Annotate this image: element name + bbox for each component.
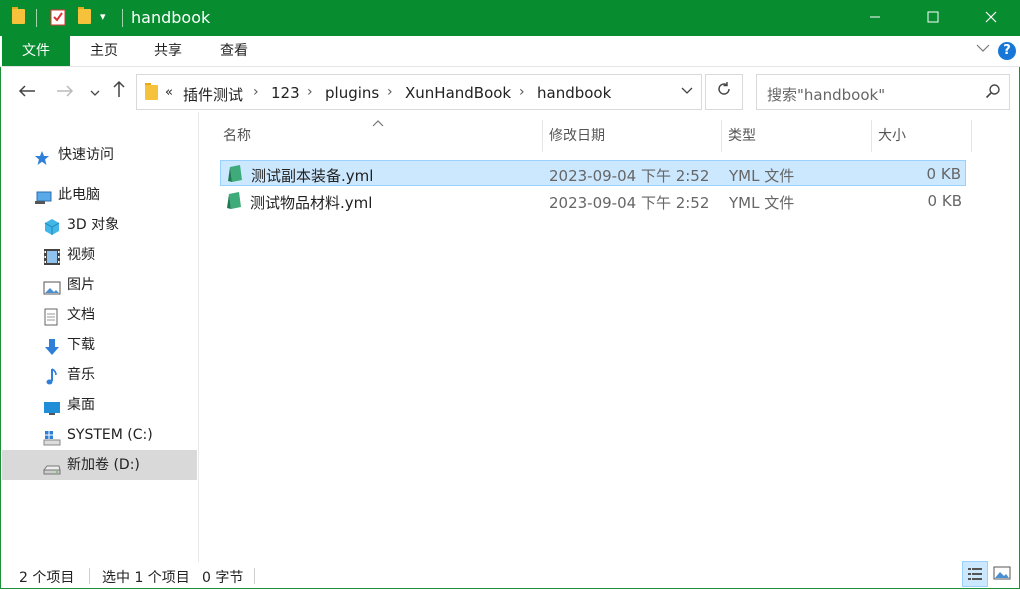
file-date: 2023-09-04 下午 2:52 — [549, 194, 710, 212]
address-bar[interactable]: « 插件测试 › 123 › plugins › XunHandBook › h… — [136, 74, 702, 110]
column-header-size[interactable]: 大小 — [878, 120, 968, 152]
maximize-button[interactable] — [904, 0, 962, 36]
minimize-button[interactable] — [846, 0, 904, 36]
nav-label: 视频 — [67, 247, 95, 263]
address-dropdown-icon[interactable] — [681, 84, 693, 99]
forward-button[interactable] — [52, 80, 78, 106]
download-arrow-icon — [43, 337, 61, 355]
status-selected: 选中 1 个项目 — [102, 570, 190, 586]
close-button[interactable] — [962, 0, 1020, 36]
column-header-type[interactable]: 类型 — [728, 120, 868, 152]
nav-label: 音乐 — [67, 367, 95, 383]
search-box[interactable]: 搜索"handbook" — [756, 74, 1010, 110]
column-separator[interactable] — [542, 120, 543, 152]
search-input[interactable]: 搜索"handbook" — [767, 84, 885, 105]
breadcrumb-item[interactable]: 123 — [271, 84, 300, 102]
details-view-button[interactable] — [962, 561, 988, 587]
desktop-icon — [43, 397, 61, 415]
system-drive-icon — [43, 427, 61, 446]
nav-label: 新加卷 (D:) — [67, 457, 140, 473]
nav-label: 快速访问 — [58, 147, 114, 163]
folder-icon — [145, 83, 158, 100]
file-type: YML 文件 — [729, 167, 795, 185]
column-header-date[interactable]: 修改日期 — [549, 120, 719, 152]
breadcrumb-separator-icon[interactable]: › — [253, 84, 259, 100]
file-size: 0 KB — [926, 165, 961, 183]
nav-label: 此电脑 — [58, 187, 100, 203]
breadcrumb-separator-icon[interactable]: › — [519, 84, 525, 100]
tab-home[interactable]: 主页 — [80, 36, 128, 66]
divider — [36, 9, 37, 27]
status-item-count: 2 个项目 — [19, 570, 75, 586]
expand-ribbon-icon[interactable] — [976, 42, 990, 57]
file-size: 0 KB — [927, 192, 962, 210]
music-note-icon — [43, 367, 61, 385]
back-button[interactable] — [14, 80, 40, 106]
column-header-name[interactable]: 名称 — [223, 120, 541, 152]
help-icon[interactable]: ? — [998, 42, 1016, 60]
nav-label: 图片 — [67, 277, 95, 293]
file-date: 2023-09-04 下午 2:52 — [549, 167, 710, 185]
ribbon: 文件 主页 共享 查看 ? — [0, 36, 1020, 67]
file-type: YML 文件 — [729, 194, 795, 212]
window-title: handbook — [131, 8, 211, 27]
breadcrumb-item[interactable]: plugins — [325, 84, 379, 102]
breadcrumb-separator-icon[interactable]: › — [387, 84, 393, 100]
computer-icon — [34, 187, 52, 204]
column-separator[interactable] — [721, 120, 722, 152]
divider — [89, 568, 90, 584]
title-bar: ▾ handbook — [0, 0, 1020, 36]
column-separator[interactable] — [871, 120, 872, 152]
up-button[interactable] — [106, 80, 132, 106]
nav-label: 文档 — [67, 307, 95, 323]
breadcrumb-overflow[interactable]: « — [165, 85, 173, 100]
refresh-button[interactable] — [705, 74, 743, 110]
yml-file-icon — [226, 192, 242, 210]
column-separator[interactable] — [971, 120, 972, 152]
breadcrumb-separator-icon[interactable]: › — [307, 84, 313, 100]
breadcrumb-item[interactable]: 插件测试 — [183, 84, 243, 105]
film-icon — [43, 247, 61, 265]
yml-file-icon — [227, 165, 243, 183]
tab-share[interactable]: 共享 — [144, 36, 192, 66]
file-row-selected[interactable]: 测试副本装备.yml 2023-09-04 下午 2:52 YML 文件 0 K… — [220, 160, 966, 186]
file-row[interactable]: 测试物品材料.yml 2023-09-04 下午 2:52 YML 文件 0 K… — [220, 188, 966, 214]
star-icon — [34, 147, 52, 165]
customize-quick-access-icon[interactable]: ▾ — [100, 10, 106, 23]
nav-label: SYSTEM (C:) — [67, 427, 153, 443]
file-name: 测试物品材料.yml — [250, 194, 373, 212]
file-name: 测试副本装备.yml — [251, 167, 374, 185]
recent-locations-icon[interactable] — [82, 80, 108, 106]
breadcrumb-item[interactable]: XunHandBook — [405, 84, 511, 102]
divider — [254, 568, 255, 584]
nav-label: 下载 — [67, 337, 95, 353]
nav-label: 桌面 — [67, 397, 95, 413]
drive-icon — [43, 457, 61, 475]
document-icon — [43, 307, 61, 326]
cube-icon — [43, 217, 61, 235]
tab-view[interactable]: 查看 — [210, 36, 258, 66]
picture-icon — [43, 277, 61, 295]
divider — [122, 9, 123, 27]
nav-label: 3D 对象 — [67, 217, 120, 233]
search-icon — [985, 83, 1000, 99]
status-size: 0 字节 — [202, 570, 244, 586]
properties-icon[interactable] — [50, 8, 66, 30]
pane-divider[interactable] — [198, 112, 199, 562]
tab-file[interactable]: 文件 — [2, 36, 70, 66]
large-icons-view-button[interactable] — [990, 561, 1016, 587]
breadcrumb-item-current[interactable]: handbook — [537, 84, 611, 102]
